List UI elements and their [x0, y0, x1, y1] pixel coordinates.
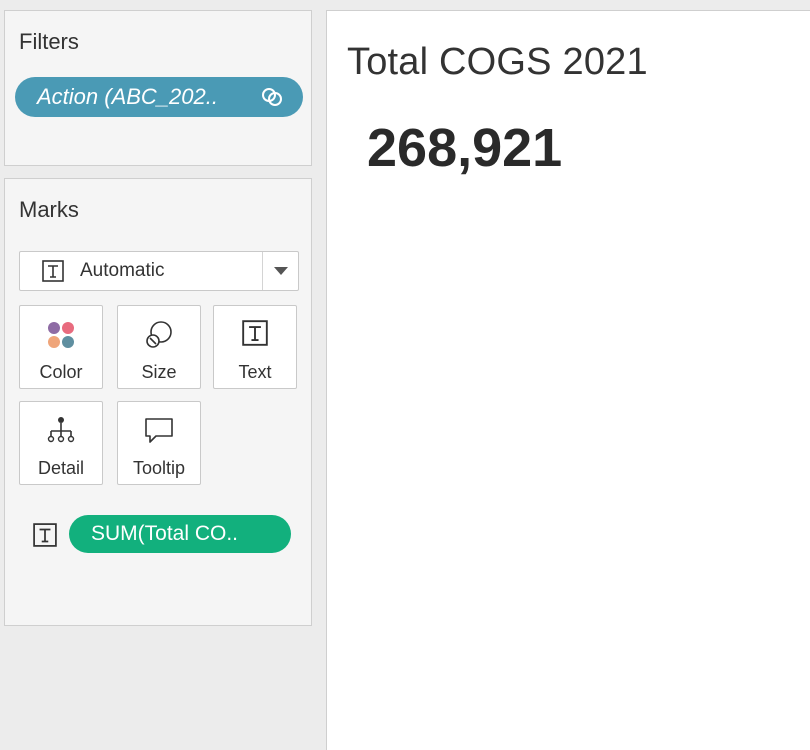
mark-type-dropdown[interactable]: Automatic	[19, 251, 299, 291]
color-card[interactable]: Color	[19, 305, 103, 389]
field-pill-label: SUM(Total CO..	[91, 522, 239, 545]
mark-type-label: Automatic	[80, 260, 165, 281]
text-t-icon	[33, 523, 57, 547]
marks-panel: Marks Automatic Color Size Text Detail T…	[4, 178, 312, 626]
link-icon	[262, 88, 282, 106]
viz-title: Total COGS 2021	[347, 41, 648, 83]
filters-title: Filters	[19, 29, 79, 54]
text-card[interactable]: Text	[213, 305, 297, 389]
tooltip-card-label: Tooltip	[132, 458, 186, 478]
color-card-label: Color	[39, 362, 83, 382]
detail-card-label: Detail	[37, 458, 85, 478]
detail-card[interactable]: Detail	[19, 401, 103, 485]
chevron-down-icon[interactable]	[274, 267, 288, 275]
text-t-icon	[42, 260, 64, 282]
detail-hierarchy-icon	[47, 417, 75, 443]
sum-total-cogs-pill[interactable]: SUM(Total CO..	[69, 515, 291, 553]
filters-panel: Filters Action (ABC_202..	[4, 10, 312, 166]
viz-area: Total COGS 2021 268,921	[326, 10, 810, 750]
tooltip-card[interactable]: Tooltip	[117, 401, 201, 485]
viz-value[interactable]: 268,921	[367, 117, 562, 179]
action-filter-pill[interactable]: Action (ABC_202..	[15, 77, 303, 117]
filter-pill-label: Action (ABC_202..	[37, 84, 218, 109]
size-icon	[146, 321, 172, 348]
color-dots-icon	[48, 322, 74, 348]
text-t-icon	[242, 320, 268, 346]
size-card-label: Size	[141, 362, 177, 382]
text-card-label: Text	[238, 362, 272, 382]
marks-title: Marks	[19, 197, 79, 222]
size-card[interactable]: Size	[117, 305, 201, 389]
dropdown-divider	[262, 252, 263, 290]
tooltip-speech-icon	[145, 418, 173, 443]
